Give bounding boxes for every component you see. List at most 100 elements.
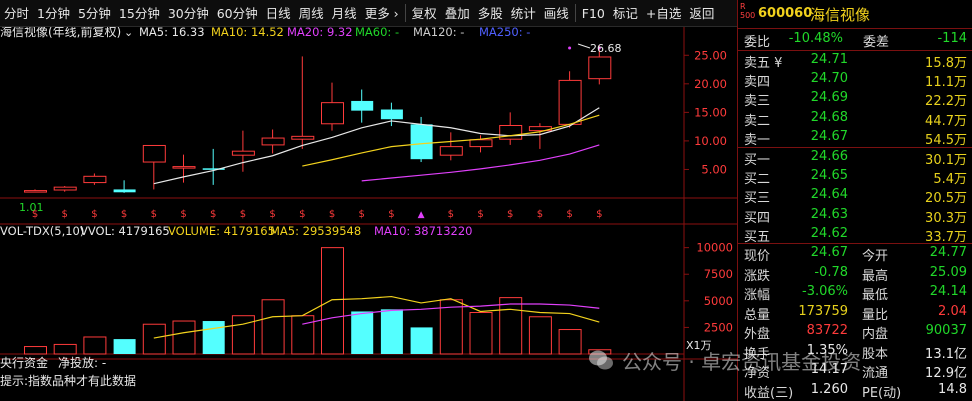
- weicha-value: -114: [937, 31, 967, 46]
- signal-marker: $: [180, 209, 186, 220]
- toolbar-item-9[interactable]: 更多 ›: [361, 0, 403, 27]
- stat-label: 最高: [862, 268, 889, 284]
- toolbar-item-18[interactable]: 返回: [685, 0, 718, 27]
- toolbar-item-10[interactable]: 复权: [408, 0, 441, 27]
- candle: [24, 189, 47, 193]
- volume-bar: [469, 312, 493, 355]
- price-tick: 10.00: [694, 134, 727, 148]
- stat-row: 收益(三) 1.260 PE(动) 14.8: [738, 381, 972, 401]
- stat-value: 25.09: [929, 264, 967, 280]
- signal-marker: $: [448, 209, 454, 220]
- ask-label: 卖四: [744, 75, 771, 91]
- stat-label: 股本: [862, 346, 889, 362]
- stat-label: 换手: [744, 346, 771, 362]
- candle: [142, 144, 166, 190]
- weibi-row: 委比 -10.48% 委差 -114: [744, 31, 967, 50]
- bid-row: 买一 24.66 30.1万: [738, 148, 972, 168]
- ask-row: 卖四 24.70 11.1万: [738, 70, 972, 91]
- stat-value: 1.260: [810, 381, 848, 397]
- ma-label: MA20: 9.32: [287, 27, 353, 39]
- volume-bar: [351, 311, 374, 354]
- ask-price: 24.68: [810, 109, 848, 125]
- signal-marker: $: [91, 209, 97, 220]
- quote-panel: R 500 600060 海信视像 委比 -10.48% 委差 -114 卖五 …: [737, 0, 972, 401]
- toolbar-item-3[interactable]: 15分钟: [115, 0, 164, 27]
- stat-row: 净资 14.17 流通 12.9亿: [738, 361, 972, 381]
- toolbar-item-12[interactable]: 多股: [474, 0, 507, 27]
- toolbar-item-16[interactable]: 标记: [609, 0, 642, 27]
- signal-marker: $: [240, 209, 246, 220]
- toolbar-item-13[interactable]: 统计: [507, 0, 540, 27]
- divider: [738, 28, 972, 29]
- toolbar-item-8[interactable]: 月线: [328, 0, 361, 27]
- signal-marker: $: [596, 209, 602, 220]
- ask-price: 24.71: [810, 52, 848, 67]
- chevron-down-icon[interactable]: ⌄: [124, 27, 133, 39]
- toolbar-item-7[interactable]: 周线: [295, 0, 328, 27]
- toolbar-item-15[interactable]: F10: [578, 0, 609, 27]
- volume-unit-label: X1万: [686, 339, 712, 352]
- signal-marker: $: [388, 209, 394, 220]
- toolbar-separator: [404, 4, 406, 22]
- candle: [231, 130, 255, 172]
- signal-marker: $: [299, 209, 305, 220]
- ask-volume: 22.2万: [925, 94, 967, 110]
- stat-label: 今开: [862, 249, 889, 264]
- signal-marker: $: [507, 209, 513, 220]
- bid-row: 买二 24.65 5.4万: [738, 167, 972, 188]
- central-bank-label: 央行资金: [0, 355, 48, 370]
- stat-value: 24.77: [929, 245, 967, 260]
- toolbar-item-2[interactable]: 5分钟: [74, 0, 115, 27]
- volume-bar: [410, 327, 433, 354]
- volume-tick: 2500: [704, 320, 733, 334]
- bid-volume: 30.1万: [925, 153, 967, 168]
- ask-row: 卖三 24.69 22.2万: [738, 89, 972, 110]
- candle: [499, 112, 523, 145]
- kline-chart[interactable]: 海信视像(年线,前复权) ⌄ MA5: 16.33 MA10: 14.52 MA20…: [0, 27, 737, 401]
- volume-bar: [53, 343, 77, 355]
- stat-label: 涨跌: [744, 268, 771, 284]
- volume-bar: [499, 297, 523, 355]
- candle: [528, 123, 552, 149]
- ma-label: MA250: -: [479, 27, 530, 39]
- signal-marker: $: [566, 209, 572, 220]
- stat-value: 90037: [925, 323, 967, 338]
- bid-volume: 20.5万: [925, 191, 967, 207]
- toolbar-item-4[interactable]: 30分钟: [164, 0, 213, 27]
- ma-lines: [153, 107, 600, 185]
- toolbar-item-17[interactable]: +自选: [642, 0, 685, 27]
- ask-volume: 44.7万: [925, 113, 967, 129]
- toolbar-item-6[interactable]: 日线: [262, 0, 295, 27]
- stat-value: 173759: [798, 303, 848, 319]
- stat-value: 24.67: [810, 245, 848, 260]
- bid-price: 24.65: [810, 168, 848, 184]
- stat-value: 24.14: [929, 284, 967, 299]
- candle: [351, 89, 374, 123]
- bid-price: 24.62: [810, 225, 848, 241]
- ask-label: 卖二: [744, 113, 771, 129]
- stat-label: 净资: [744, 366, 771, 381]
- bid-label: 买二: [744, 172, 771, 188]
- price-tick: 20.00: [694, 77, 727, 91]
- stat-value: 2.04: [938, 303, 967, 319]
- hint-text: 提示:指数品种才有此数据: [0, 373, 136, 388]
- bid-label: 买五: [744, 229, 771, 245]
- ma-label: MA10: 14.52: [211, 27, 284, 39]
- bid-price: 24.64: [810, 187, 848, 203]
- toolbar-item-0[interactable]: 分时: [0, 0, 33, 27]
- candle: [321, 82, 344, 131]
- volume-title-part: VOLUME: 4179165: [168, 224, 275, 238]
- toolbar-item-1[interactable]: 1分钟: [33, 0, 74, 27]
- candle: [53, 186, 77, 192]
- volume-title-part: VVOL: 4179165: [80, 224, 170, 238]
- toolbar-item-11[interactable]: 叠加: [441, 0, 474, 27]
- toolbar-item-14[interactable]: 画线: [540, 0, 573, 27]
- volume-bar: [380, 309, 403, 354]
- bid-label: 买三: [744, 191, 771, 207]
- volume-title-part: MA5: 29539548: [270, 224, 361, 238]
- volume-bar: [291, 315, 315, 355]
- toolbar-item-5[interactable]: 60分钟: [213, 0, 262, 27]
- stat-value: 14.17: [810, 362, 848, 377]
- bid-price: 24.66: [810, 149, 848, 164]
- stat-row: 换手 1.35% 股本 13.1亿: [738, 342, 972, 362]
